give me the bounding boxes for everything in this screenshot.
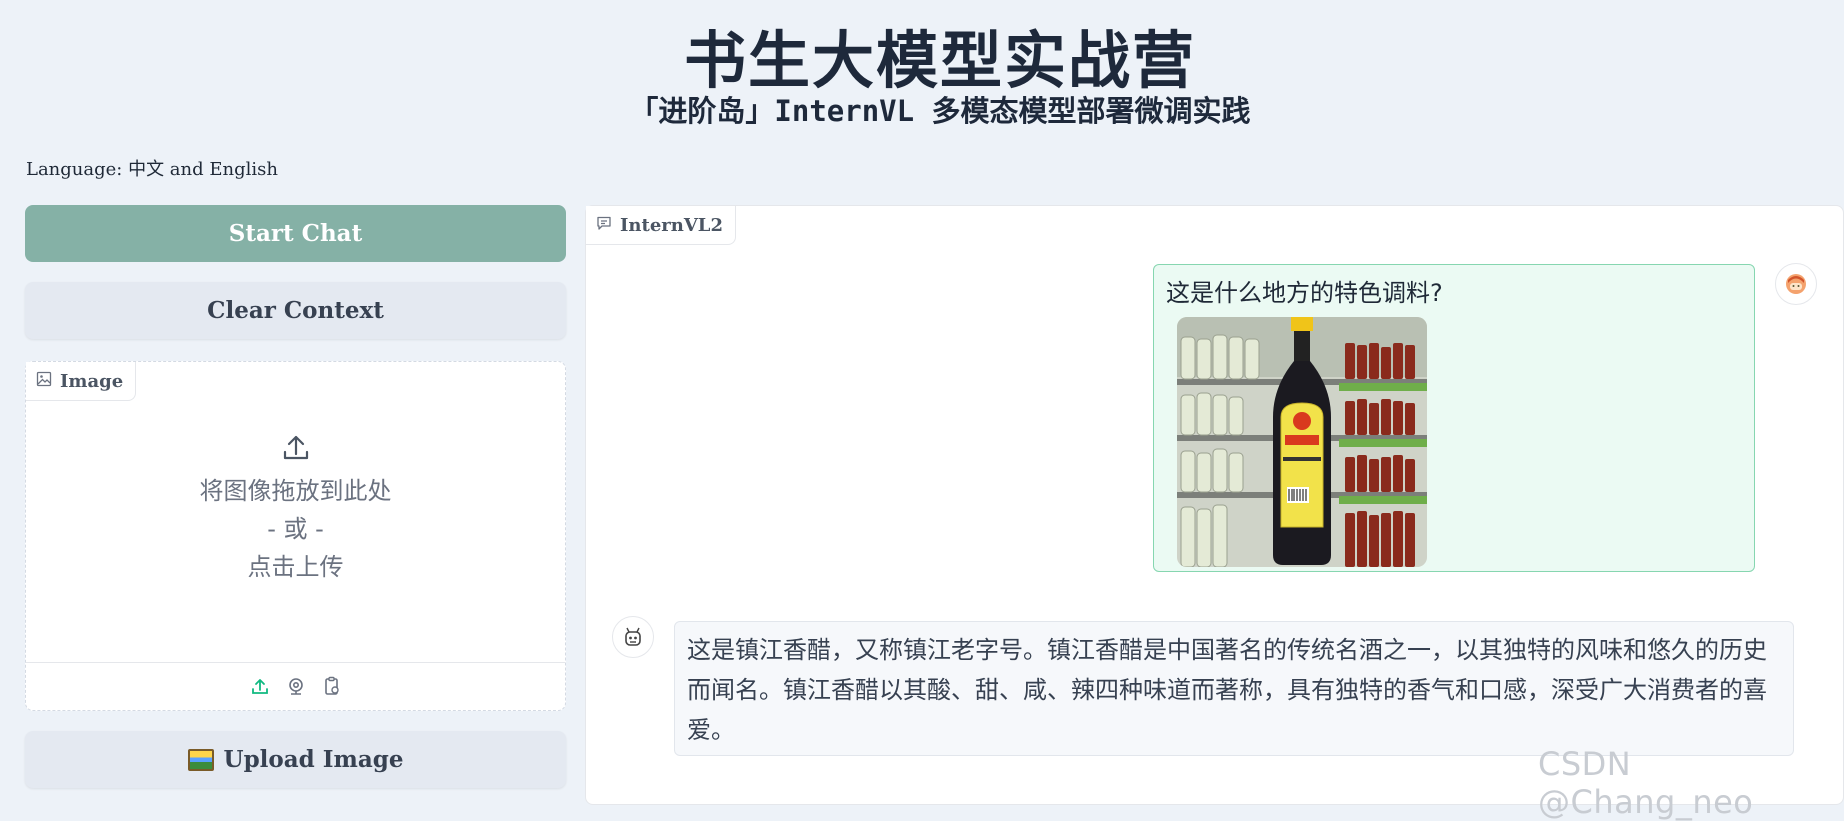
chatbot-label-text: InternVL2 [620,214,723,236]
assistant-message: 这是镇江香醋，又称镇江老字号。镇江香醋是中国著名的传统名酒之一，以其独特的风味和… [674,621,1794,756]
clear-context-label: Clear Context [207,297,384,324]
page-subtitle: 「进阶岛」InternVL 多模态模型部署微调实践 [629,94,1251,128]
watermark: CSDN @Chang_neo [1538,745,1754,821]
start-chat-button[interactable]: Start Chat [25,205,566,262]
or-text: - 或 - [267,515,324,543]
image-upload-panel[interactable]: Image 将图像拖放到此处 - 或 - 点击上传 [25,361,566,711]
image-source-toolbar [26,662,565,712]
upload-image-button[interactable]: Upload Image [25,731,566,788]
chatbot-label: InternVL2 [586,206,736,245]
click-upload-text: 点击上传 [247,553,344,581]
image-icon [36,371,52,392]
webcam-icon[interactable] [286,676,306,700]
upload-icon[interactable] [250,676,270,700]
upload-arrow-icon [26,432,565,466]
image-drop-zone[interactable]: 将图像拖放到此处 - 或 - 点击上传 [26,432,565,586]
clipboard-icon[interactable] [322,676,342,700]
user-avatar-icon [1775,263,1817,305]
upload-image-label: Upload Image [223,746,404,773]
user-message-text: 这是什么地方的特色调料? [1166,279,1443,307]
language-info: Language: 中文 and English [26,159,278,180]
drop-text: 将图像拖放到此处 [199,477,392,505]
user-message: 这是什么地方的特色调料? [1153,264,1755,572]
framed-picture-icon [187,748,214,771]
page-title: 书生大模型实战营 [683,24,1196,97]
image-panel-label-text: Image [60,370,124,392]
uploaded-vinegar-image[interactable] [1177,317,1427,567]
bot-avatar-icon [612,616,654,658]
clear-context-button[interactable]: Clear Context [25,282,566,339]
image-panel-label: Image [26,362,137,401]
start-chat-label: Start Chat [228,220,363,247]
chat-bubble-icon [596,215,612,236]
chatbot-panel: InternVL2 这是什么地方的特色调料? 这是镇江香醋，又称镇江老字号。镇江… [585,205,1844,805]
